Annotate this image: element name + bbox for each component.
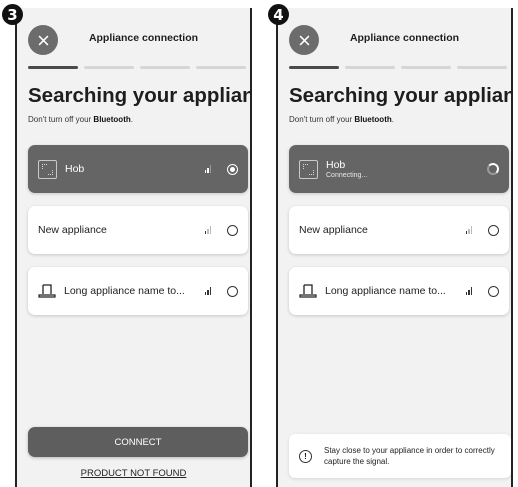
signal-strength-icon xyxy=(204,165,211,173)
phone-screen-step-4: Appliance connection Searching your appl… xyxy=(276,8,513,487)
progress-segment-active xyxy=(289,66,339,69)
hob-icon xyxy=(38,159,57,179)
appliance-name: Hob xyxy=(65,163,85,175)
subtitle: Don't turn off your Bluetooth. xyxy=(28,115,133,124)
page-title: Appliance connection xyxy=(349,32,460,44)
subtitle-suffix: . xyxy=(130,115,133,124)
oven-icon xyxy=(38,284,56,298)
appliance-name: New appliance xyxy=(299,224,368,236)
appliance-name: New appliance xyxy=(38,224,107,236)
appliance-name: Long appliance name to... xyxy=(64,285,185,297)
appliance-card-hob[interactable]: Hob xyxy=(28,145,248,193)
subtitle-bold: Bluetooth xyxy=(354,115,392,124)
step-number-badge: 4 xyxy=(268,4,289,25)
subtitle-text: Don't turn off your xyxy=(28,115,94,124)
appliance-info: Hob Connecting... xyxy=(326,159,487,179)
phone-screen-step-3: Appliance connection Searching your appl… xyxy=(15,8,252,487)
connection-status: Connecting... xyxy=(326,172,368,179)
signal-strength-icon xyxy=(204,226,211,234)
progress-indicator xyxy=(289,66,511,69)
radio-button-selected[interactable] xyxy=(227,163,238,175)
appliance-card-long[interactable]: Long appliance name to... xyxy=(289,267,509,315)
progress-indicator xyxy=(28,66,250,69)
page-title: Appliance connection xyxy=(88,32,199,44)
appliance-card-new[interactable]: New appliance xyxy=(289,206,509,254)
appliance-card-new[interactable]: New appliance xyxy=(28,206,248,254)
progress-segment xyxy=(457,66,507,69)
radio-button[interactable] xyxy=(488,285,499,297)
hob-icon xyxy=(299,159,318,179)
appliance-card-long[interactable]: Long appliance name to... xyxy=(28,267,248,315)
info-icon: ! xyxy=(299,449,312,463)
progress-segment xyxy=(196,66,246,69)
connect-button[interactable]: CONNECT xyxy=(28,427,248,457)
signal-strength-icon xyxy=(204,287,211,295)
info-message: ! Stay close to your appliance in order … xyxy=(289,434,511,478)
subtitle-bold: Bluetooth xyxy=(93,115,131,124)
heading: Searching your appliance xyxy=(289,84,511,107)
step-number-badge: 3 xyxy=(2,4,23,25)
loading-spinner-icon xyxy=(487,163,499,175)
progress-segment xyxy=(84,66,134,69)
signal-strength-icon xyxy=(465,226,472,234)
subtitle-suffix: . xyxy=(391,115,394,124)
radio-button[interactable] xyxy=(227,285,238,297)
progress-segment xyxy=(345,66,395,69)
appliance-name: Hob xyxy=(326,159,346,171)
subtitle: Don't turn off your Bluetooth. xyxy=(289,115,394,124)
signal-strength-icon xyxy=(465,287,472,295)
appliance-name: Long appliance name to... xyxy=(325,285,446,297)
heading: Searching your appliance xyxy=(28,84,250,107)
appliance-card-hob[interactable]: Hob Connecting... xyxy=(289,145,509,193)
subtitle-text: Don't turn off your xyxy=(289,115,355,124)
progress-segment xyxy=(140,66,190,69)
product-not-found-link[interactable]: PRODUCT NOT FOUND xyxy=(17,468,250,479)
info-text: Stay close to your appliance in order to… xyxy=(324,446,495,466)
radio-button[interactable] xyxy=(488,224,499,236)
progress-segment xyxy=(401,66,451,69)
progress-segment-active xyxy=(28,66,78,69)
radio-button[interactable] xyxy=(227,224,238,236)
oven-icon xyxy=(299,284,317,298)
